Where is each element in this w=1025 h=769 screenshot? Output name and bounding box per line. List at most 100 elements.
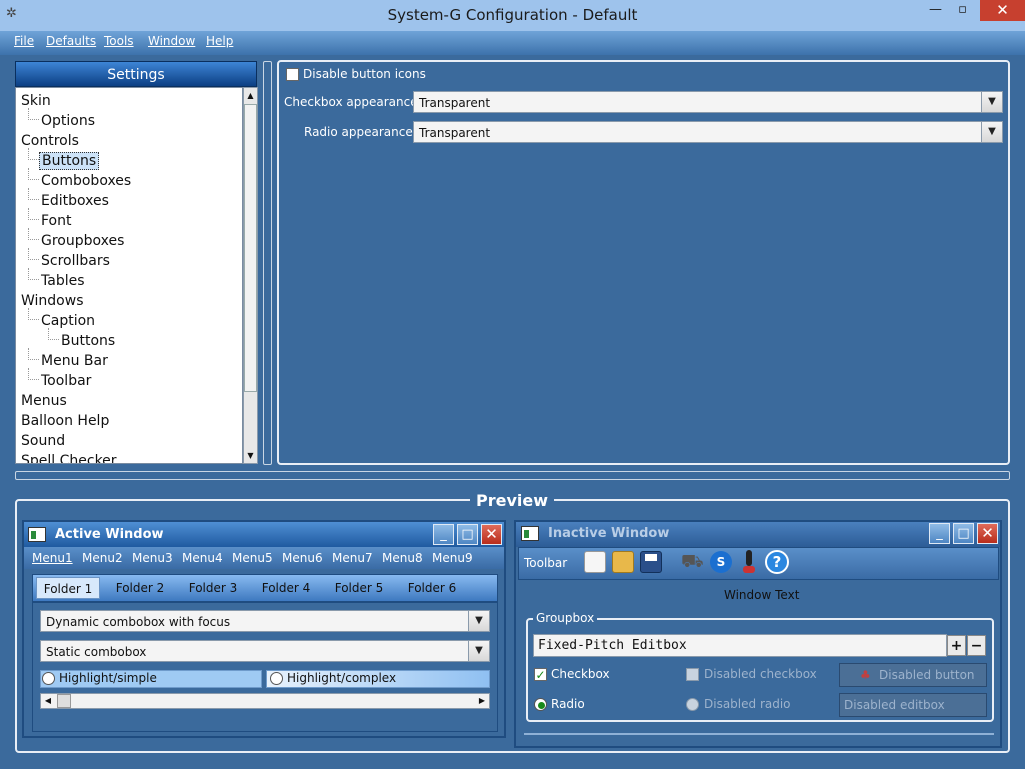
chevron-down-icon[interactable]: ▼ <box>981 92 1002 112</box>
checkbox-appearance-combo[interactable]: Transparent ▼ <box>413 91 1003 113</box>
active-caption-title: Active Window <box>55 527 164 542</box>
menu-help[interactable]: Help <box>206 34 233 52</box>
new-document-icon[interactable] <box>584 551 606 573</box>
tree-item-tables[interactable]: Tables <box>41 273 85 289</box>
fixed-pitch-editbox-value: Fixed-Pitch Editbox <box>538 638 687 653</box>
scroll-right-icon[interactable]: ▶ <box>475 694 489 708</box>
tree-item-buttons[interactable]: Buttons <box>39 152 100 170</box>
horizontal-splitter[interactable] <box>15 471 1010 480</box>
joystick-icon[interactable] <box>743 550 755 574</box>
menu-window[interactable]: Window <box>148 34 195 52</box>
preview-menu-5[interactable]: Menu5 <box>232 551 273 565</box>
minimize-button[interactable]: — <box>922 0 949 21</box>
tree-item-balloon-help[interactable]: Balloon Help <box>21 413 109 429</box>
close-button[interactable]: ✕ <box>980 0 1025 21</box>
window-text: Window Text <box>724 588 800 602</box>
save-icon[interactable] <box>640 551 662 573</box>
dynamic-combobox[interactable]: Dynamic combobox with focus ▼ <box>40 610 490 632</box>
disabled-button-label: Disabled button <box>879 668 975 682</box>
window-icon <box>521 526 539 541</box>
settings-tree[interactable]: Skin Options Controls Buttons Comboboxes… <box>15 87 243 464</box>
maximize-icon[interactable]: □ <box>953 523 974 544</box>
tree-item-caption[interactable]: Caption <box>41 313 95 329</box>
menu-tools[interactable]: Tools <box>104 34 134 52</box>
menu-defaults[interactable]: Defaults <box>46 34 96 52</box>
minus-icon[interactable]: − <box>967 635 986 656</box>
tree-item-editboxes[interactable]: Editboxes <box>41 193 109 209</box>
tree-item-menu-bar[interactable]: Menu Bar <box>41 353 108 369</box>
disabled-checkbox <box>686 668 699 681</box>
tree-item-groupboxes[interactable]: Groupboxes <box>41 233 124 249</box>
tree-item-comboboxes[interactable]: Comboboxes <box>41 173 131 189</box>
scroll-up-icon[interactable]: ▲ <box>244 88 257 103</box>
s-logo-icon[interactable]: S <box>710 551 732 573</box>
disable-icons-checkbox[interactable] <box>286 68 299 81</box>
dynamic-combobox-value: Dynamic combobox with focus <box>46 615 231 629</box>
radio-appearance-combo[interactable]: Transparent ▼ <box>413 121 1003 143</box>
scroll-down-icon[interactable]: ▼ <box>244 448 257 463</box>
preview-menu-1[interactable]: Menu1 <box>32 551 73 565</box>
plus-icon[interactable]: + <box>947 635 966 656</box>
preview-menu-8[interactable]: Menu8 <box>382 551 423 565</box>
tree-item-font[interactable]: Font <box>41 213 71 229</box>
tree-item-toolbar[interactable]: Toolbar <box>41 373 91 389</box>
window-title: System-G Configuration - Default <box>387 6 638 24</box>
inactive-caption-title: Inactive Window <box>548 526 670 541</box>
tree-item-sound[interactable]: Sound <box>21 433 65 449</box>
disabled-button: ♣ Disabled button <box>839 663 987 687</box>
static-combobox[interactable]: Static combobox ▼ <box>40 640 490 662</box>
scroll-left-icon[interactable]: ◀ <box>41 694 55 708</box>
preview-divider <box>524 733 994 735</box>
close-icon[interactable]: ✕ <box>481 524 502 545</box>
tree-item-windows[interactable]: Windows <box>21 293 84 309</box>
minimize-icon[interactable]: _ <box>929 523 950 544</box>
tree-item-spell-checker[interactable]: Spell Checker <box>21 453 117 463</box>
maximize-icon[interactable]: □ <box>457 524 478 545</box>
radio-appearance-value: Transparent <box>419 126 491 140</box>
fixed-pitch-editbox[interactable]: Fixed-Pitch Editbox <box>533 634 947 657</box>
horizontal-scrollbar[interactable] <box>40 693 490 709</box>
chevron-down-icon[interactable]: ▼ <box>981 122 1002 142</box>
highlight-complex-radio[interactable] <box>270 672 283 685</box>
maximize-button[interactable]: ▫ <box>949 0 976 21</box>
menu-file[interactable]: File <box>14 34 34 52</box>
tree-item-scrollbars[interactable]: Scrollbars <box>41 253 110 269</box>
tab-folder-2[interactable]: Folder 2 <box>106 577 174 599</box>
preview-menu-6[interactable]: Menu6 <box>282 551 323 565</box>
highlight-simple-radio[interactable] <box>42 672 55 685</box>
chevron-down-icon[interactable]: ▼ <box>468 611 489 631</box>
chevron-down-icon[interactable]: ▼ <box>468 641 489 661</box>
preview-menu-4[interactable]: Menu4 <box>182 551 223 565</box>
tree-item-skin[interactable]: Skin <box>21 93 51 109</box>
tree-item-caption-buttons[interactable]: Buttons <box>61 333 115 349</box>
preview-title: Preview <box>470 491 554 511</box>
settings-header: Settings <box>15 61 257 87</box>
tree-item-options[interactable]: Options <box>41 113 95 129</box>
open-folder-icon[interactable] <box>612 551 634 573</box>
help-icon[interactable]: ? <box>765 550 789 574</box>
radio-label: Radio <box>551 697 585 711</box>
minimize-icon[interactable]: _ <box>433 524 454 545</box>
tree-scrollbar-thumb[interactable] <box>244 104 257 392</box>
scrollbar-thumb[interactable] <box>57 694 71 708</box>
tree-item-controls[interactable]: Controls <box>21 133 79 149</box>
checkbox-label: Checkbox <box>551 667 610 681</box>
cart-icon[interactable]: ⛟ <box>681 551 705 573</box>
preview-menu-9[interactable]: Menu9 <box>432 551 473 565</box>
preview-menu-3[interactable]: Menu3 <box>132 551 173 565</box>
window-icon <box>28 527 46 542</box>
close-icon[interactable]: ✕ <box>977 523 998 544</box>
vertical-splitter[interactable] <box>263 61 272 465</box>
radio-selected[interactable] <box>534 698 547 711</box>
toolbar-label: Toolbar <box>524 556 568 570</box>
tab-folder-1[interactable]: Folder 1 <box>36 577 100 599</box>
tab-folder-6[interactable]: Folder 6 <box>398 577 466 599</box>
preview-menu-7[interactable]: Menu7 <box>332 551 373 565</box>
tree-item-menus[interactable]: Menus <box>21 393 67 409</box>
disabled-checkbox-label: Disabled checkbox <box>704 667 817 681</box>
preview-menu-2[interactable]: Menu2 <box>82 551 123 565</box>
tab-folder-4[interactable]: Folder 4 <box>252 577 320 599</box>
checkbox-checked[interactable]: ✓ <box>534 668 547 681</box>
tab-folder-3[interactable]: Folder 3 <box>179 577 247 599</box>
tab-folder-5[interactable]: Folder 5 <box>325 577 393 599</box>
